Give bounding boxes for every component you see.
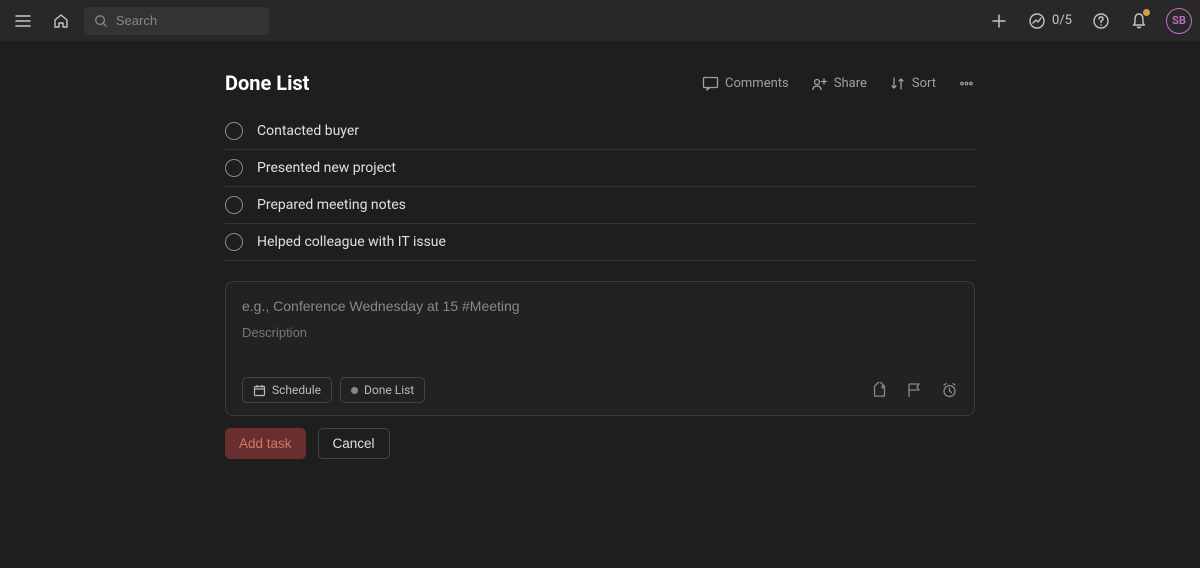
home-icon bbox=[52, 12, 70, 30]
task-checkbox[interactable] bbox=[225, 122, 243, 140]
task-label: Helped colleague with IT issue bbox=[257, 234, 446, 250]
add-task-button[interactable]: Add task bbox=[225, 428, 306, 459]
main-column: Done List Comments Share Sort bbox=[225, 71, 975, 459]
task-item[interactable]: Presented new project bbox=[225, 150, 975, 187]
add-card-footer: Schedule Done List bbox=[242, 377, 958, 403]
task-description-input[interactable] bbox=[242, 325, 958, 340]
task-list: Contacted buyer Presented new project Prep… bbox=[225, 113, 975, 261]
sort-action[interactable]: Sort bbox=[889, 75, 936, 92]
share-icon bbox=[811, 75, 828, 92]
more-action[interactable] bbox=[958, 75, 975, 92]
chart-icon bbox=[1028, 12, 1046, 30]
cancel-button[interactable]: Cancel bbox=[318, 428, 390, 459]
topbar-left bbox=[8, 6, 269, 36]
tag-icon bbox=[871, 382, 888, 399]
notifications-button[interactable] bbox=[1124, 6, 1154, 36]
task-item[interactable]: Prepared meeting notes bbox=[225, 187, 975, 224]
page-title: Done List bbox=[225, 71, 309, 95]
share-label: Share bbox=[834, 76, 867, 91]
content: Done List Comments Share Sort bbox=[0, 41, 1200, 459]
add-task-card: Schedule Done List bbox=[225, 281, 975, 416]
task-label: Presented new project bbox=[257, 160, 396, 176]
schedule-chip[interactable]: Schedule bbox=[242, 377, 332, 403]
label-button[interactable] bbox=[871, 382, 888, 399]
project-label: Done List bbox=[364, 383, 414, 397]
task-label: Prepared meeting notes bbox=[257, 197, 406, 213]
sort-label: Sort bbox=[912, 76, 936, 91]
productivity-counter[interactable]: 0/5 bbox=[1022, 8, 1078, 34]
menu-button[interactable] bbox=[8, 6, 38, 36]
task-title-input[interactable] bbox=[242, 298, 958, 314]
project-dot-icon bbox=[351, 387, 358, 394]
topbar: 0/5 SB bbox=[0, 0, 1200, 41]
task-item[interactable]: Helped colleague with IT issue bbox=[225, 224, 975, 261]
share-action[interactable]: Share bbox=[811, 75, 867, 92]
hamburger-icon bbox=[14, 12, 32, 30]
task-checkbox[interactable] bbox=[225, 196, 243, 214]
list-header: Done List Comments Share Sort bbox=[225, 71, 975, 95]
plus-icon bbox=[990, 12, 1008, 30]
task-checkbox[interactable] bbox=[225, 159, 243, 177]
search-icon bbox=[94, 13, 108, 29]
schedule-label: Schedule bbox=[272, 383, 321, 397]
reminder-button[interactable] bbox=[941, 382, 958, 399]
flag-button[interactable] bbox=[906, 382, 923, 399]
notification-dot bbox=[1143, 9, 1150, 16]
topbar-right: 0/5 SB bbox=[984, 6, 1192, 36]
add-button[interactable] bbox=[984, 6, 1014, 36]
clock-icon bbox=[941, 382, 958, 399]
help-icon bbox=[1092, 12, 1110, 30]
task-checkbox[interactable] bbox=[225, 233, 243, 251]
counter-text: 0/5 bbox=[1052, 13, 1072, 28]
comments-action[interactable]: Comments bbox=[702, 75, 789, 92]
sort-icon bbox=[889, 75, 906, 92]
comment-icon bbox=[702, 75, 719, 92]
task-label: Contacted buyer bbox=[257, 123, 359, 139]
comments-label: Comments bbox=[725, 76, 789, 91]
footer-icons bbox=[871, 382, 958, 399]
more-icon bbox=[958, 75, 975, 92]
search-box[interactable] bbox=[84, 7, 269, 35]
help-button[interactable] bbox=[1086, 6, 1116, 36]
header-actions: Comments Share Sort bbox=[702, 75, 975, 92]
project-chip[interactable]: Done List bbox=[340, 377, 425, 403]
action-row: Add task Cancel bbox=[225, 428, 975, 459]
search-input[interactable] bbox=[116, 13, 259, 28]
task-item[interactable]: Contacted buyer bbox=[225, 113, 975, 150]
home-button[interactable] bbox=[46, 6, 76, 36]
flag-icon bbox=[906, 382, 923, 399]
avatar[interactable]: SB bbox=[1166, 8, 1192, 34]
avatar-initials: SB bbox=[1172, 14, 1186, 27]
calendar-icon bbox=[253, 384, 266, 397]
